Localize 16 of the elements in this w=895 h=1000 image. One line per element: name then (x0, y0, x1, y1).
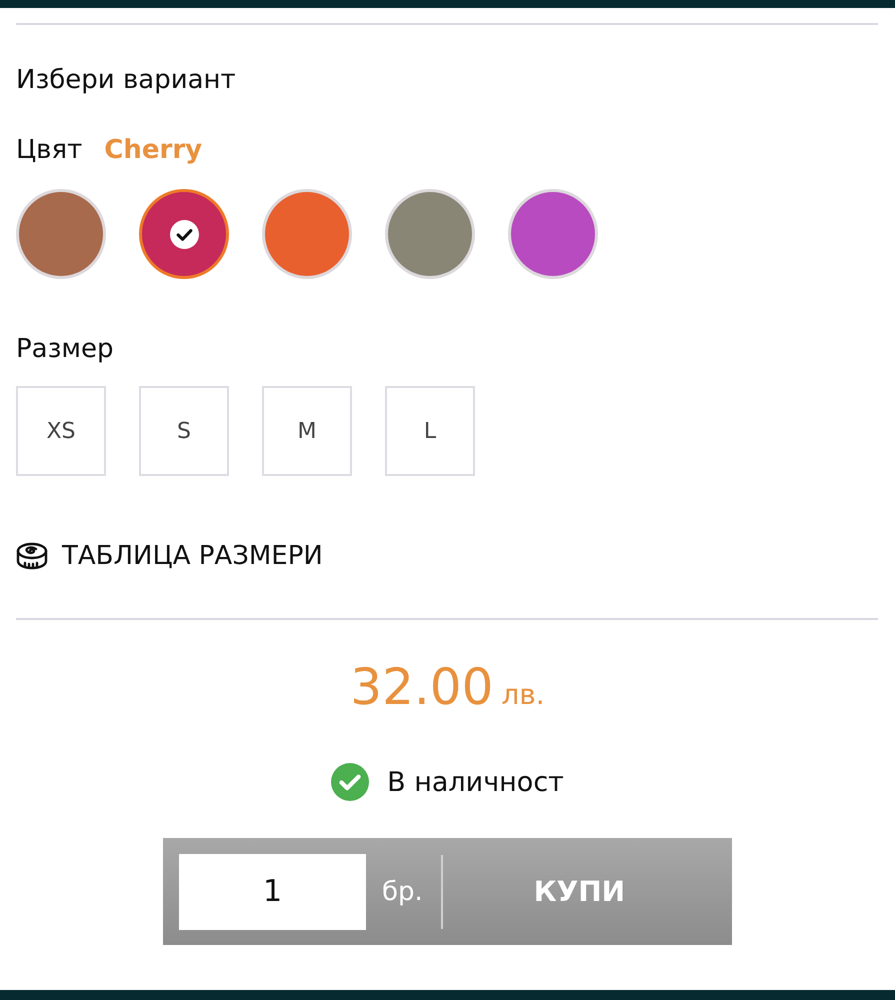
section-heading: Избери вариант (16, 64, 237, 97)
check-icon (170, 220, 198, 248)
size-option[interactable]: M (262, 386, 352, 476)
quantity-unit: бр. (382, 876, 423, 906)
size-chart-link[interactable]: ТАБЛИЦА РАЗМЕРИ (62, 541, 323, 571)
quantity-field[interactable]: 1 (179, 854, 366, 930)
option-label: Размер (16, 333, 115, 366)
price-currency: лв. (501, 678, 545, 711)
measuring-tape-icon (16, 542, 48, 570)
selected-color-name: Cherry (104, 135, 202, 165)
price-amount: 32.00 (350, 658, 494, 716)
size-option[interactable]: L (385, 386, 475, 476)
stock-status: В наличност (387, 766, 564, 798)
size-option[interactable]: XS (16, 386, 106, 476)
size-option[interactable]: S (139, 386, 229, 476)
option-label: Цвят (16, 135, 82, 165)
